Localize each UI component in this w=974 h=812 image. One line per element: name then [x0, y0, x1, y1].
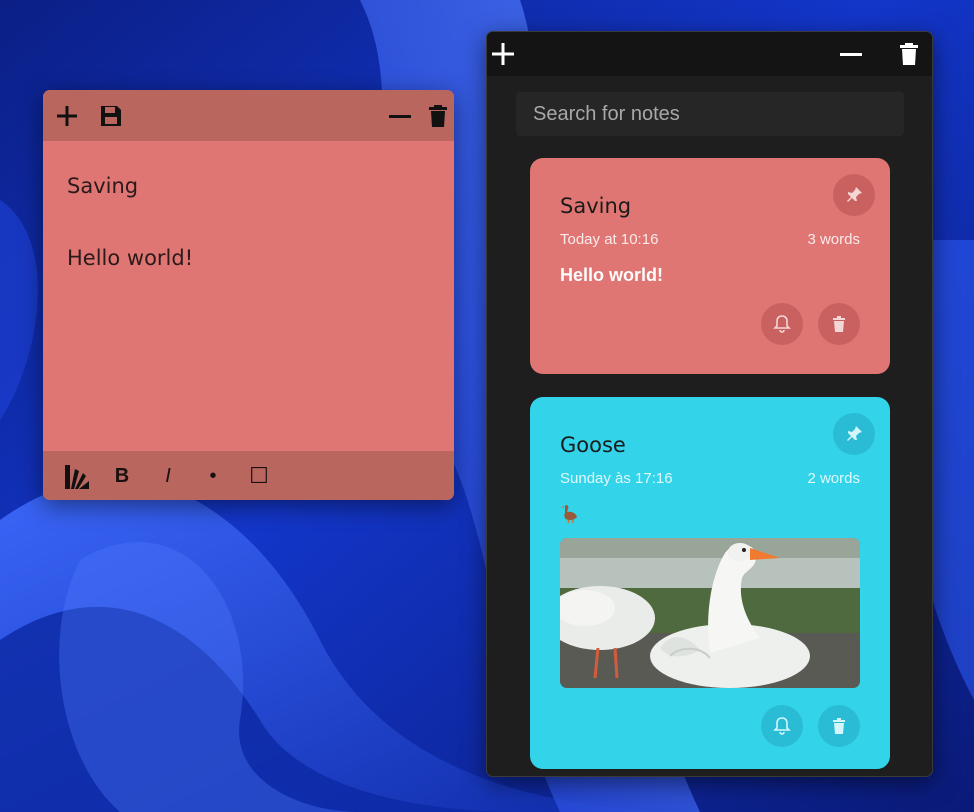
note-editor-content[interactable]: Saving Hello world!	[67, 168, 434, 440]
note-format-toolbar: B I • ☐	[43, 451, 454, 500]
note-line: Hello world!	[67, 246, 194, 270]
note-card-word-count: 2 words	[807, 470, 860, 487]
note-card-content: Hello world!	[560, 265, 663, 285]
italic-button[interactable]: I	[155, 463, 181, 489]
search-input[interactable]	[516, 92, 904, 136]
trash-icon	[833, 316, 845, 332]
bullet-list-button[interactable]: •	[200, 463, 226, 489]
pin-icon	[847, 426, 862, 441]
trash-icon	[833, 718, 845, 734]
goose-photo	[560, 538, 860, 688]
trash-icon[interactable]	[425, 103, 451, 129]
bold-button[interactable]: B	[109, 463, 135, 489]
pin-icon	[847, 187, 862, 202]
note-card-title: Goose	[560, 433, 626, 457]
note-card-title: Saving	[560, 194, 632, 218]
delete-note-button[interactable]	[818, 303, 860, 345]
plus-icon[interactable]	[54, 103, 80, 129]
bell-icon	[773, 717, 791, 735]
note-card-date: Sunday às 17:16	[560, 470, 673, 487]
minimize-icon[interactable]	[837, 40, 865, 68]
goose-emoji-icon	[560, 502, 582, 524]
pin-button[interactable]	[833, 174, 875, 216]
trash-icon[interactable]	[895, 40, 923, 68]
save-icon[interactable]	[98, 103, 124, 129]
minimize-icon[interactable]	[387, 103, 413, 129]
delete-note-button[interactable]	[818, 705, 860, 747]
note-line: Saving	[67, 174, 139, 198]
checkbox-button[interactable]: ☐	[246, 463, 272, 489]
list-titlebar[interactable]	[487, 32, 932, 76]
note-editor-window: Saving Hello world! B I • ☐	[43, 90, 454, 500]
reminder-button[interactable]	[761, 705, 803, 747]
bell-icon	[773, 315, 791, 333]
notes-list-window: Saving Today at 10:16 3 words Hello worl…	[486, 31, 933, 777]
note-titlebar[interactable]	[43, 90, 454, 141]
note-card[interactable]: Goose Sunday às 17:16 2 words	[530, 397, 890, 769]
note-card-word-count: 3 words	[807, 231, 860, 248]
note-card-date: Today at 10:16	[560, 231, 659, 248]
color-palette-icon[interactable]	[63, 463, 91, 489]
pin-button[interactable]	[833, 413, 875, 455]
note-card[interactable]: Saving Today at 10:16 3 words Hello worl…	[530, 158, 890, 374]
plus-icon[interactable]	[489, 40, 517, 68]
reminder-button[interactable]	[761, 303, 803, 345]
